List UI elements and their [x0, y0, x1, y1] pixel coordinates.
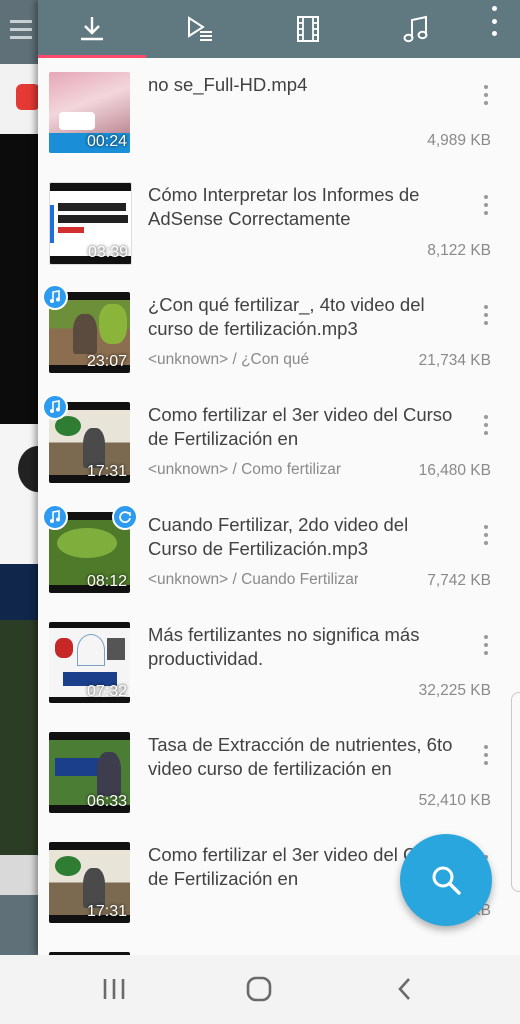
video-thumbnail: 17:31: [49, 842, 130, 923]
item-menu-icon[interactable]: [482, 85, 490, 105]
duration-label: 17:31: [86, 463, 127, 480]
file-title: ¿Con qué fertilizar_, 4to video del curs…: [148, 294, 425, 339]
item-menu-icon[interactable]: [482, 745, 490, 765]
tab-music[interactable]: [362, 0, 470, 58]
video-thumbnail: 03:39: [49, 182, 132, 265]
list-item[interactable]: 23:07 ¿Con qué fertilizar_, 4to video de…: [38, 278, 520, 388]
background-app: [0, 0, 40, 955]
duration-label: 23:07: [86, 353, 127, 370]
youtube-logo-icon: [16, 84, 40, 110]
list-item[interactable]: 17:31 Como fertilizar el 3er video del C…: [38, 388, 520, 498]
item-menu-icon[interactable]: [482, 305, 490, 325]
search-icon: [432, 866, 461, 895]
list-item[interactable]: 00:24 no se_Full-HD.mp4 4,989 KB: [38, 58, 520, 168]
media-drawer: 00:24 no se_Full-HD.mp4 4,989 KB 03:39 C…: [38, 0, 520, 955]
duration-label: 08:12: [86, 573, 127, 590]
background-image: [0, 620, 40, 855]
file-size: 21,734 KB: [418, 352, 491, 369]
tab-playlist[interactable]: [146, 0, 254, 58]
item-menu-icon[interactable]: [482, 195, 490, 215]
file-title: Más fertilizantes no significa más produ…: [148, 624, 420, 669]
file-title: Como fertilizar el 3er video del Curso d…: [148, 404, 453, 449]
file-title: Tasa de Extracción de nutrientes, 6to vi…: [148, 734, 453, 779]
video-thumbnail: 07:32: [49, 622, 130, 703]
system-navigation-bar: [0, 955, 520, 1024]
file-subtitle: <unknown> / Cuando Fertilizar,: [148, 571, 358, 588]
tab-toolbar: [38, 0, 520, 58]
file-list: 00:24 no se_Full-HD.mp4 4,989 KB 03:39 C…: [38, 58, 520, 955]
list-item[interactable]: 07:32 Más fertilizantes no significa más…: [38, 608, 520, 718]
file-size: 32,225 KB: [418, 682, 491, 699]
music-badge-icon: [42, 504, 68, 530]
duration-label: 03:39: [87, 244, 128, 261]
back-button[interactable]: [375, 967, 435, 1011]
tab-downloads[interactable]: [38, 0, 146, 58]
overflow-menu-icon[interactable]: [484, 6, 504, 36]
item-menu-icon[interactable]: [482, 415, 490, 435]
download-icon: [81, 17, 103, 41]
background-app-toolbar: [0, 0, 40, 64]
back-icon: [398, 978, 410, 1000]
recent-apps-icon: [103, 979, 125, 999]
file-size: 8,122 KB: [427, 242, 491, 259]
hamburger-menu-icon: [10, 20, 32, 44]
sync-badge-icon: [112, 504, 138, 530]
scroll-indicator[interactable]: [511, 692, 520, 892]
playlist-icon: [188, 16, 212, 41]
home-icon: [246, 976, 272, 1002]
duration-label: 00:24: [86, 133, 127, 150]
duration-label: 06:33: [86, 793, 127, 810]
item-menu-icon[interactable]: [482, 635, 490, 655]
file-title: Cómo Interpretar los Informes de AdSense…: [148, 184, 420, 229]
video-thumbnail: 06:33: [49, 732, 130, 813]
background-strip: [0, 564, 40, 620]
file-subtitle: <unknown> / Como fertilizar: [148, 461, 341, 478]
item-menu-icon[interactable]: [482, 525, 490, 545]
file-size: 7,742 KB: [427, 572, 491, 589]
background-strip: [0, 895, 40, 955]
duration-label: 07:32: [86, 683, 127, 700]
duration-label: 17:31: [86, 903, 127, 920]
background-strip: [0, 855, 40, 895]
music-note-icon: [403, 15, 428, 43]
file-title: no se_Full-HD.mp4: [148, 74, 308, 95]
search-button[interactable]: [400, 834, 492, 926]
film-icon: [297, 16, 319, 42]
file-title: Cuando Fertilizar, 2do video del Curso d…: [148, 514, 409, 559]
background-strip: [0, 424, 40, 564]
list-item[interactable]: 03:39 Cómo Interpretar los Informes de A…: [38, 168, 520, 278]
background-strip: [0, 134, 40, 424]
list-item[interactable]: 08:12 Cuando Fertilizar, 2do video del C…: [38, 498, 520, 608]
video-thumbnail: 00:24: [49, 72, 130, 153]
recent-apps-button[interactable]: [84, 967, 144, 1011]
list-item[interactable]: 06:33 Tasa de Extracción de nutrientes, …: [38, 718, 520, 828]
file-subtitle: <unknown> / ¿Con qué: [148, 351, 310, 368]
file-size: 52,410 KB: [418, 792, 491, 809]
home-button[interactable]: [229, 967, 289, 1011]
music-badge-icon: [42, 284, 68, 310]
list-item[interactable]: [38, 938, 520, 955]
tab-video[interactable]: [254, 0, 362, 58]
music-badge-icon: [42, 394, 68, 420]
file-size: 4,989 KB: [427, 132, 491, 149]
file-size: 16,480 KB: [418, 462, 491, 479]
